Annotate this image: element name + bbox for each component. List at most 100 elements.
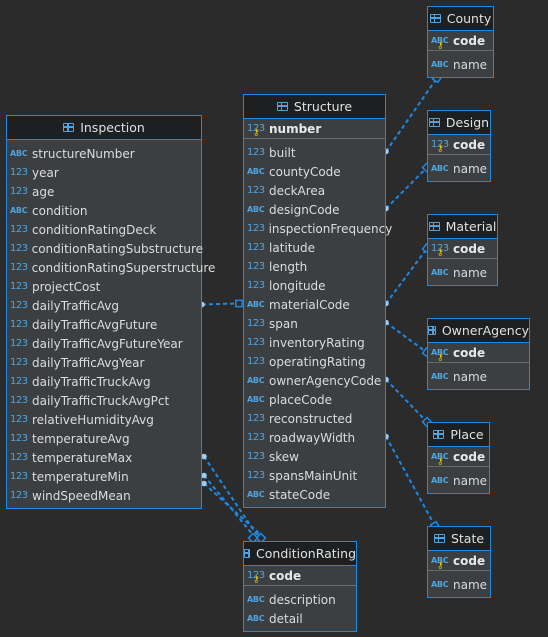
primary-key-field[interactable]: ABC ⚷ code xyxy=(428,551,490,572)
column-field[interactable]: ABC countyCode xyxy=(244,162,385,181)
entity-design[interactable]: Design 123 ⚷ code ABC name xyxy=(427,110,491,182)
column-field[interactable]: ABC name xyxy=(428,471,489,490)
column-field[interactable]: 123 spansMainUnit xyxy=(244,466,385,485)
column-field[interactable]: ABC designCode xyxy=(244,200,385,219)
number-type-icon: 123 xyxy=(10,452,28,463)
column-field[interactable]: 123 age xyxy=(7,182,201,201)
column-field[interactable]: ABC name xyxy=(428,367,529,386)
column-field[interactable]: 123 projectCost xyxy=(7,277,201,296)
entity-structure[interactable]: Structure 123 ⚷ number 123 built ABC countyCode… xyxy=(243,94,392,508)
number-type-icon: 123 xyxy=(10,281,28,292)
column-field[interactable]: 123 dailyTrafficAvg xyxy=(7,296,201,315)
column-field[interactable]: 123 span xyxy=(244,314,385,333)
entity-header[interactable]: Inspection xyxy=(7,116,201,140)
entity-material[interactable]: Material 123 ⚷ code ABC name xyxy=(427,214,498,286)
column-field[interactable]: 123 reconstructed xyxy=(244,409,385,428)
entity-inspection[interactable]: Inspection ABC structureNumber 123 year 123 ag… xyxy=(6,115,215,509)
column-field[interactable]: ABC condition xyxy=(7,201,201,220)
abc-type-icon: ABC xyxy=(247,167,265,176)
column-field[interactable]: 123 conditionRatingSubstructure xyxy=(7,239,204,258)
field-name: latitude xyxy=(269,240,316,255)
entity-county[interactable]: County ABC ⚷ code ABC name xyxy=(427,6,494,78)
column-field[interactable]: ABC detail xyxy=(244,609,356,628)
number-type-icon: 123 xyxy=(10,471,28,482)
entity-place[interactable]: Place ABC ⚷ code ABC name xyxy=(427,422,490,494)
field-name: name xyxy=(453,57,488,72)
column-field[interactable]: 123 temperatureMin xyxy=(7,467,201,486)
column-field[interactable]: 123 dailyTrafficAvgYear xyxy=(7,353,201,372)
column-field[interactable]: ABC name xyxy=(428,55,493,74)
column-field[interactable]: 123 temperatureMax xyxy=(7,448,201,467)
column-field[interactable]: 123 dailyTrafficTruckAvg xyxy=(7,372,201,391)
primary-key-field[interactable]: 123 ⚷ code xyxy=(244,566,356,586)
relationship-link xyxy=(385,321,428,354)
primary-key-field[interactable]: 123 ⚷ number xyxy=(244,119,385,139)
relationship-source-dot xyxy=(201,472,207,479)
primary-key-field[interactable]: ABC ⚷ code xyxy=(428,343,529,364)
column-field[interactable]: 123 longitude xyxy=(244,276,385,295)
number-type-icon: 123 xyxy=(247,337,265,348)
entity-conditionrating[interactable]: ConditionRating 123 ⚷ code ABC description ABC… xyxy=(243,541,357,632)
column-field[interactable]: 123 inventoryRating xyxy=(244,333,385,352)
field-list: ABC name xyxy=(428,363,529,389)
field-name: description xyxy=(269,592,336,607)
column-field[interactable]: ABC stateCode xyxy=(244,485,385,504)
column-field[interactable]: 123 operatingRating xyxy=(244,352,385,371)
table-icon xyxy=(63,123,75,132)
column-field[interactable]: ABC ownerAgencyCode xyxy=(244,371,385,390)
field-name: detail xyxy=(269,611,303,626)
field-name: dailyTrafficAvgFuture xyxy=(32,317,158,332)
column-field[interactable]: ABC description xyxy=(244,590,356,609)
number-type-icon: 123 xyxy=(10,490,28,501)
number-type-icon: 123 xyxy=(10,224,28,235)
column-field[interactable]: 123 roadwayWidth xyxy=(244,428,385,447)
number-type-icon: 123 xyxy=(247,356,265,367)
column-field[interactable]: 123 conditionRatingDeck xyxy=(7,220,201,239)
column-field[interactable]: 123 year xyxy=(7,163,201,182)
key-icon: ⚷ xyxy=(437,144,444,154)
key-icon: ⚷ xyxy=(253,575,260,585)
entity-header[interactable]: State xyxy=(428,527,490,551)
field-name: conditionRatingSubstructure xyxy=(31,241,204,256)
column-field[interactable]: ABC placeCode xyxy=(244,390,385,409)
column-field[interactable]: ABC name xyxy=(428,159,490,178)
number-type-icon: 123 ⚷ xyxy=(431,243,449,258)
entity-header[interactable]: Structure xyxy=(244,95,385,119)
column-field[interactable]: ABC name xyxy=(428,575,490,594)
entity-header[interactable]: OwnerAgency xyxy=(428,319,529,343)
entity-owneragency[interactable]: OwnerAgency ABC ⚷ code ABC name xyxy=(427,318,530,390)
primary-key-field[interactable]: ABC ⚷ code xyxy=(428,31,493,52)
column-field[interactable]: ABC structureNumber xyxy=(7,144,201,163)
column-field[interactable]: ABC name xyxy=(428,263,497,282)
column-field[interactable]: 123 skew xyxy=(244,447,385,466)
column-field[interactable]: 123 latitude xyxy=(244,238,385,257)
entity-header[interactable]: Design xyxy=(428,111,490,135)
primary-key-field[interactable]: 123 ⚷ code xyxy=(428,135,490,155)
field-name: year xyxy=(32,165,59,180)
column-field[interactable]: 123 relativeHumidityAvg xyxy=(7,410,201,429)
column-field[interactable]: 123 dailyTrafficTruckAvgPct xyxy=(7,391,201,410)
entity-header[interactable]: County xyxy=(428,7,493,31)
field-name: roadwayWidth xyxy=(269,430,356,445)
column-field[interactable]: 123 deckArea xyxy=(244,181,385,200)
column-field[interactable]: 123 inspectionFrequency xyxy=(244,219,392,238)
entity-header[interactable]: Material xyxy=(428,215,497,239)
entity-state[interactable]: State ABC ⚷ code ABC name xyxy=(427,526,491,598)
column-field[interactable]: ABC materialCode xyxy=(244,295,385,314)
column-field[interactable]: 123 conditionRatingSuperstructure xyxy=(7,258,215,277)
table-icon xyxy=(433,430,445,439)
abc-type-icon: ABC xyxy=(431,476,449,485)
primary-key-field[interactable]: 123 ⚷ code xyxy=(428,239,497,259)
primary-key-field[interactable]: ABC ⚷ code xyxy=(428,447,489,468)
field-name: dailyTrafficAvgYear xyxy=(32,355,145,370)
column-field[interactable]: 123 windSpeedMean xyxy=(7,486,201,505)
entity-header[interactable]: Place xyxy=(428,423,489,447)
column-field[interactable]: 123 dailyTrafficAvgFuture xyxy=(7,315,201,334)
column-field[interactable]: 123 temperatureAvg xyxy=(7,429,201,448)
field-name: spansMainUnit xyxy=(269,468,358,483)
column-field[interactable]: 123 length xyxy=(244,257,385,276)
entity-header[interactable]: ConditionRating xyxy=(244,542,356,566)
field-name: skew xyxy=(269,449,299,464)
column-field[interactable]: 123 built xyxy=(244,143,385,162)
column-field[interactable]: 123 dailyTrafficAvgFutureYear xyxy=(7,334,201,353)
